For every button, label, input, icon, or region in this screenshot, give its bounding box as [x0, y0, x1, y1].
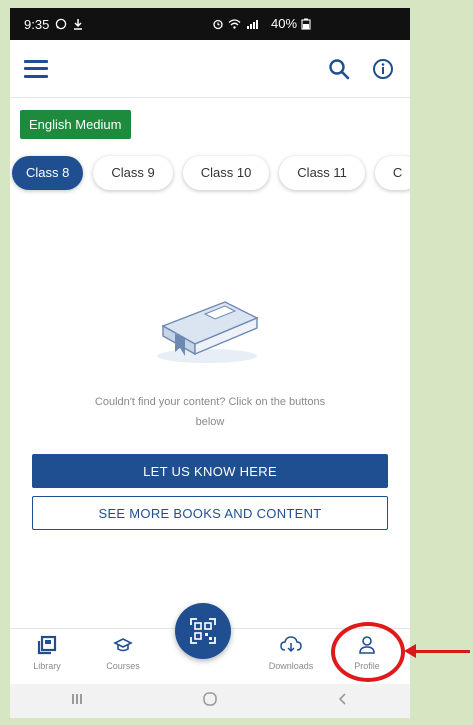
- qr-scan-button[interactable]: [175, 603, 231, 659]
- signal-icon: [247, 19, 258, 29]
- nav-library-label: Library: [33, 661, 61, 671]
- nav-downloads[interactable]: Downloads: [256, 635, 326, 671]
- search-icon[interactable]: [326, 56, 352, 82]
- qr-scan-icon: [190, 618, 216, 644]
- let-us-know-button[interactable]: LET US KNOW HERE: [32, 454, 388, 488]
- home-icon[interactable]: [190, 691, 230, 712]
- download-icon: [280, 636, 302, 653]
- tab-class-next[interactable]: C: [374, 156, 410, 190]
- nav-downloads-label: Downloads: [268, 661, 314, 671]
- recents-icon[interactable]: [57, 692, 97, 711]
- alarm-icon: [213, 19, 223, 29]
- system-nav-bar: [10, 684, 410, 718]
- nav-courses[interactable]: Courses: [88, 635, 158, 671]
- library-icon: [37, 635, 57, 655]
- tab-class-8[interactable]: Class 8: [12, 156, 84, 190]
- status-bar: 9:35 40%: [10, 8, 410, 40]
- battery-icon: [301, 18, 311, 30]
- empty-state: Couldn't find your content? Click on the…: [10, 208, 410, 618]
- status-time: 9:35: [24, 16, 50, 32]
- book-icon: [157, 301, 259, 363]
- tab-class-10[interactable]: Class 10: [182, 156, 270, 190]
- tab-class-9[interactable]: Class 9: [93, 156, 173, 190]
- see-more-books-button[interactable]: SEE MORE BOOKS AND CONTENT: [32, 496, 388, 530]
- tab-class-11[interactable]: Class 11: [279, 156, 365, 190]
- wifi-icon: [228, 18, 241, 29]
- phone-screen: 9:35 40% English Medium Class 8 Class 9 …: [10, 8, 410, 718]
- nav-courses-label: Courses: [106, 661, 140, 671]
- back-icon[interactable]: [323, 692, 363, 711]
- app-bar: [10, 40, 410, 98]
- annotation-arrow: [412, 650, 470, 653]
- annotation-arrow-head: [404, 644, 416, 658]
- whatsapp-icon: [56, 18, 67, 30]
- download-status-icon: [74, 19, 83, 30]
- class-tab-bar: Class 8 Class 9 Class 10 Class 11 C: [10, 146, 410, 206]
- nav-library[interactable]: Library: [12, 635, 82, 671]
- battery-percent: 40%: [271, 16, 298, 31]
- medium-badge[interactable]: English Medium: [20, 110, 131, 139]
- profile-highlight-circle: [331, 622, 405, 682]
- empty-message: Couldn't find your content? Click on the…: [94, 396, 326, 428]
- info-icon[interactable]: [370, 56, 396, 82]
- hamburger-icon[interactable]: [24, 59, 48, 78]
- courses-icon: [113, 638, 133, 652]
